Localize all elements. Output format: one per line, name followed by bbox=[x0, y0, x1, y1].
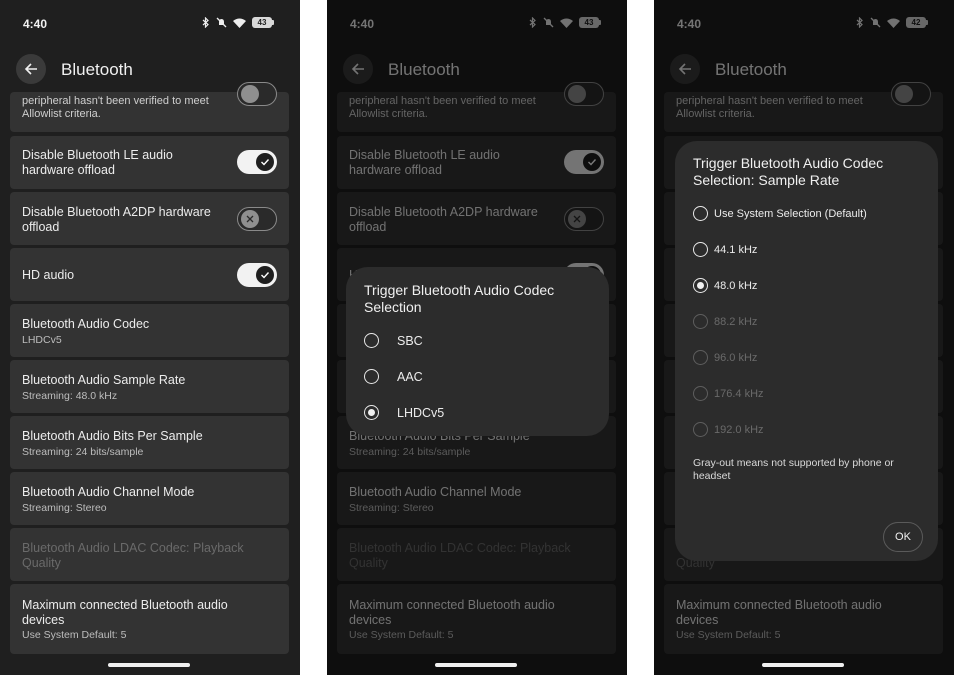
sample-rate-dialog: Trigger Bluetooth Audio Codec Selection:… bbox=[675, 141, 938, 561]
setting-subtitle: Streaming: Stereo bbox=[22, 502, 107, 514]
settings-item-ldac-quality: Bluetooth Audio LDAC Codec: Playback Qua… bbox=[10, 528, 289, 581]
sample-rate-option-44-1[interactable]: 44.1 kHz bbox=[693, 242, 757, 257]
radio-button-disabled bbox=[693, 422, 708, 437]
setting-title: Bluetooth Audio Channel Mode bbox=[22, 485, 195, 499]
toggle-switch[interactable] bbox=[237, 263, 277, 287]
radio-button-selected[interactable] bbox=[693, 278, 708, 293]
option-label: SBC bbox=[397, 333, 423, 348]
dialog-title: Selection: Sample Rate bbox=[693, 172, 840, 188]
settings-item-hd-audio[interactable]: HD audio bbox=[10, 248, 289, 301]
back-arrow-icon bbox=[24, 63, 37, 75]
toggle-switch[interactable] bbox=[237, 150, 277, 174]
wifi-icon bbox=[233, 18, 246, 28]
dialog-title: Trigger Bluetooth Audio Codec bbox=[364, 282, 555, 298]
setting-subtitle: LHDCv5 bbox=[22, 334, 62, 346]
setting-subtitle: Allowlist criteria. bbox=[22, 108, 101, 120]
radio-button-disabled bbox=[693, 350, 708, 365]
option-label: LHDCv5 bbox=[397, 405, 445, 420]
settings-item-bits-per-sample[interactable]: Bluetooth Audio Bits Per Sample Streamin… bbox=[10, 416, 289, 469]
settings-item-codec[interactable]: Bluetooth Audio Codec LHDCv5 bbox=[10, 304, 289, 357]
home-indicator[interactable] bbox=[762, 663, 844, 667]
settings-item-partial[interactable]: peripheral hasn't been verified to meet … bbox=[10, 82, 289, 132]
option-label: AAC bbox=[397, 369, 423, 384]
radio-button-selected[interactable] bbox=[364, 405, 379, 420]
option-label: 176.4 kHz bbox=[714, 387, 764, 400]
setting-title: offload bbox=[22, 220, 60, 234]
codec-selection-dialog: Trigger Bluetooth Audio Codec Selection … bbox=[346, 267, 609, 436]
settings-item-a2dp-offload[interactable]: Disable Bluetooth A2DP hardware offload bbox=[10, 192, 289, 245]
mute-icon bbox=[216, 17, 227, 28]
setting-title: Bluetooth Audio Codec bbox=[22, 317, 150, 331]
setting-title: Disable Bluetooth A2DP hardware bbox=[22, 205, 211, 219]
settings-item-sample-rate[interactable]: Bluetooth Audio Sample Rate Streaming: 4… bbox=[10, 360, 289, 413]
sample-rate-option-48-0[interactable]: 48.0 kHz bbox=[693, 278, 757, 293]
option-label: 48.0 kHz bbox=[714, 279, 758, 292]
phone-screen-codec-dialog: 4:40 43 Bluetooth peripheral hasn't been… bbox=[327, 0, 627, 675]
status-time: 4:40 bbox=[23, 17, 48, 31]
setting-subtitle: peripheral hasn't been verified to meet bbox=[22, 95, 209, 107]
radio-button-disabled bbox=[693, 386, 708, 401]
radio-button-disabled bbox=[693, 314, 708, 329]
option-label: 96.0 kHz bbox=[714, 351, 758, 364]
x-icon bbox=[246, 215, 254, 223]
radio-button[interactable] bbox=[693, 206, 708, 221]
dialog-title: Selection bbox=[364, 299, 422, 315]
setting-title: Maximum connected Bluetooth audio bbox=[22, 598, 228, 612]
setting-title: Bluetooth Audio LDAC Codec: Playback bbox=[22, 541, 244, 555]
radio-button[interactable] bbox=[364, 369, 379, 384]
check-icon bbox=[261, 272, 270, 279]
ok-button[interactable]: OK bbox=[883, 522, 923, 552]
home-indicator[interactable] bbox=[435, 663, 517, 667]
codec-option-aac[interactable]: AAC bbox=[364, 369, 423, 384]
codec-option-lhdcv5[interactable]: LHDCv5 bbox=[364, 405, 444, 420]
settings-item-le-audio-offload[interactable]: Disable Bluetooth LE audio hardware offl… bbox=[10, 136, 289, 189]
setting-title: Bluetooth Audio Bits Per Sample bbox=[22, 429, 203, 443]
setting-title: hardware offload bbox=[22, 163, 115, 177]
setting-subtitle: Use System Default: 5 bbox=[22, 629, 127, 641]
sample-rate-option-default[interactable]: Use System Selection (Default) bbox=[693, 206, 867, 221]
dialog-note: Gray-out means not supported by phone or… bbox=[693, 457, 894, 482]
status-bar: 4:40 43 bbox=[0, 0, 300, 48]
battery-icon: 43 bbox=[252, 17, 274, 28]
phone-screen-sample-rate-dialog: 4:40 42 Bluetooth peripheral hasn't been… bbox=[654, 0, 954, 675]
sample-rate-option-192-0: 192.0 kHz bbox=[693, 422, 764, 437]
home-indicator[interactable] bbox=[108, 663, 190, 667]
option-label: Use System Selection (Default) bbox=[714, 207, 867, 220]
toggle-switch[interactable] bbox=[237, 207, 277, 231]
sample-rate-option-88-2: 88.2 kHz bbox=[693, 314, 757, 329]
setting-title: Bluetooth Audio Sample Rate bbox=[22, 373, 186, 387]
setting-title: Quality bbox=[22, 556, 61, 570]
codec-option-sbc[interactable]: SBC bbox=[364, 333, 423, 348]
bluetooth-icon bbox=[202, 17, 209, 28]
setting-subtitle: Streaming: 24 bits/sample bbox=[22, 446, 144, 458]
option-label: 88.2 kHz bbox=[714, 315, 758, 328]
setting-subtitle: Streaming: 48.0 kHz bbox=[22, 390, 118, 402]
sample-rate-option-96-0: 96.0 kHz bbox=[693, 350, 757, 365]
setting-title: Disable Bluetooth LE audio bbox=[22, 148, 173, 162]
settings-item-max-devices[interactable]: Maximum connected Bluetooth audio device… bbox=[10, 584, 289, 654]
sample-rate-option-176-4: 176.4 kHz bbox=[693, 386, 764, 401]
radio-button[interactable] bbox=[693, 242, 708, 257]
option-label: 44.1 kHz bbox=[714, 243, 758, 256]
back-button[interactable] bbox=[16, 54, 46, 84]
dialog-title: Trigger Bluetooth Audio Codec bbox=[693, 155, 884, 171]
setting-title: HD audio bbox=[22, 268, 75, 282]
phone-screen-settings: 4:40 43 Bluetooth peripheral hasn't been… bbox=[0, 0, 300, 675]
toggle-switch[interactable] bbox=[237, 82, 277, 106]
check-icon bbox=[261, 159, 270, 166]
page-title: Bluetooth bbox=[61, 60, 133, 79]
option-label: 192.0 kHz bbox=[714, 423, 764, 436]
setting-title: devices bbox=[22, 613, 65, 627]
settings-item-channel-mode[interactable]: Bluetooth Audio Channel Mode Streaming: … bbox=[10, 472, 289, 525]
radio-button[interactable] bbox=[364, 333, 379, 348]
